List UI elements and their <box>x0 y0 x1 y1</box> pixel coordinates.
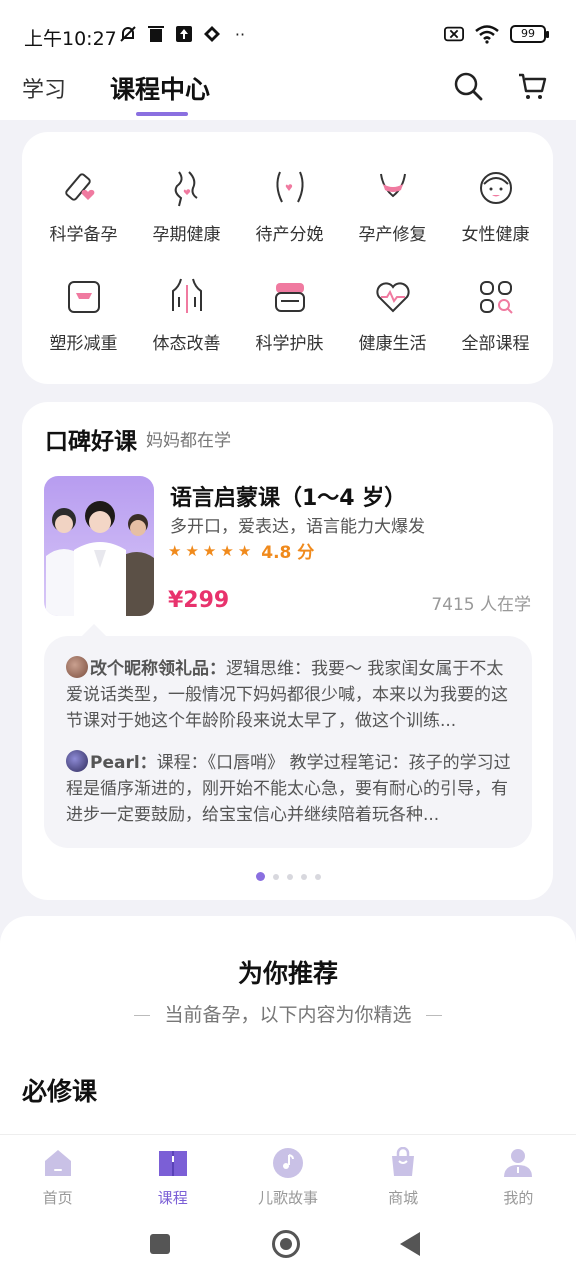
star-icon: ★ <box>185 541 199 560</box>
reviewer-name: Pearl： <box>90 753 157 773</box>
sim-off-icon <box>444 24 464 44</box>
carousel-dot[interactable] <box>287 873 293 880</box>
recommend-section: 为你推荐 当前备孕，以下内容为你精选 必修课 <box>0 916 576 1146</box>
divider <box>425 1015 442 1016</box>
trash-icon <box>146 24 166 44</box>
divider <box>134 1015 151 1016</box>
section-title: 口碑好课 <box>45 429 137 455</box>
all-courses-icon <box>479 281 513 314</box>
carousel-dot[interactable] <box>256 872 265 881</box>
home-button[interactable] <box>272 1230 300 1258</box>
tab-shop[interactable]: 商城 <box>346 1135 461 1220</box>
tab-home[interactable]: 首页 <box>0 1135 115 1220</box>
app-icon <box>202 24 222 44</box>
status-time: 上午10:27 <box>24 28 117 50</box>
body-recovery-icon <box>379 173 406 198</box>
active-tab-indicator <box>136 112 188 116</box>
recent-apps-button[interactable] <box>150 1234 170 1254</box>
avatar <box>66 750 88 772</box>
category-item-weight-loss[interactable]: 塑形减重 <box>32 275 135 354</box>
skincare-jar-icon <box>274 283 305 312</box>
shop-bag-icon <box>392 1147 415 1176</box>
pregnancy-test-icon <box>64 173 94 201</box>
tab-course-center[interactable]: 课程中心 <box>110 70 210 106</box>
review-item: 改个昵称领礼品：逻辑思维：我要～ 我家闺女属于不太爱说话类型，一般情况下妈妈都很… <box>66 656 512 734</box>
scale-icon <box>67 281 100 313</box>
reviews-box[interactable]: 改个昵称领礼品：逻辑思维：我要～ 我家闺女属于不太爱说话类型，一般情况下妈妈都很… <box>44 636 532 848</box>
carousel-indicator <box>256 872 321 881</box>
category-item-prep[interactable]: 科学备孕 <box>32 166 135 245</box>
search-icon[interactable] <box>452 70 484 102</box>
course-cover-image[interactable] <box>44 476 154 616</box>
tab-profile[interactable]: 我的 <box>461 1135 576 1220</box>
course-rating: ★ ★ ★ ★ ★ 4.8 分 <box>168 538 315 564</box>
wifi-icon <box>474 24 500 44</box>
rating-value: 4.8 分 <box>261 543 315 563</box>
carousel-dot[interactable] <box>301 873 307 880</box>
review-item: Pearl：课程：《口唇哨》 教学过程笔记：孩子的学习过程是循序渐进的，刚开始不… <box>66 750 512 828</box>
mute-icon <box>118 24 138 44</box>
reviewer-name: 改个昵称领礼品： <box>90 659 226 679</box>
home-icon <box>44 1150 71 1176</box>
star-icon: ★ <box>202 541 217 560</box>
section-subtitle: 妈妈都在学 <box>146 431 231 451</box>
birth-icon <box>275 171 304 203</box>
category-card: 科学备孕 孕期健康 待产分娩 孕产修复 女性健康 塑形减重 体态改善 科学护肤 <box>22 132 553 384</box>
status-bar: 上午10:27 ·· 99 <box>0 0 576 64</box>
battery-icon: 99 <box>510 25 549 43</box>
book-icon <box>158 1151 187 1176</box>
course-price: ¥299 <box>168 588 230 613</box>
heart-pulse-icon <box>375 282 410 313</box>
tab-study[interactable]: 学习 <box>22 72 66 104</box>
pregnant-belly-icon <box>174 171 198 207</box>
category-item-recovery[interactable]: 孕产修复 <box>341 166 444 245</box>
profile-icon <box>504 1149 533 1177</box>
star-icon: ★ <box>168 541 182 560</box>
back-button[interactable] <box>400 1232 420 1256</box>
category-item-posture[interactable]: 体态改善 <box>135 275 238 354</box>
category-item-healthy-life[interactable]: 健康生活 <box>341 275 444 354</box>
tab-songs-stories[interactable]: 儿歌故事 <box>230 1135 345 1220</box>
category-item-all-courses[interactable]: 全部课程 <box>444 275 547 354</box>
upload-icon <box>174 24 194 44</box>
recommend-title: 为你推荐 <box>237 959 338 988</box>
review-pointer <box>82 624 106 636</box>
required-courses-title: 必修课 <box>22 1077 98 1106</box>
carousel-dot[interactable] <box>315 873 321 880</box>
system-nav-bar <box>0 1220 576 1280</box>
recommend-subtitle: 当前备孕，以下内容为你精选 <box>0 1000 576 1027</box>
cart-icon[interactable] <box>516 70 548 102</box>
woman-face-icon <box>479 172 512 204</box>
posture-icon <box>171 278 202 313</box>
bottom-tab-bar: 首页 课程 儿歌故事 商城 我的 <box>0 1134 576 1220</box>
learner-count: 7415 人在学 <box>431 595 531 615</box>
music-icon <box>272 1148 303 1178</box>
star-icon: ★ <box>220 541 234 560</box>
category-item-women-health[interactable]: 女性健康 <box>444 166 547 245</box>
top-nav: 学习 课程中心 <box>0 64 576 120</box>
more-icon: ·· <box>234 24 246 44</box>
star-icon: ★ <box>237 541 252 560</box>
carousel-dot[interactable] <box>273 873 279 880</box>
category-item-birth[interactable]: 待产分娩 <box>238 166 341 245</box>
course-description: 多开口，爱表达，语言能力大爆发 <box>170 517 425 537</box>
category-item-pregnancy-health[interactable]: 孕期健康 <box>135 166 238 245</box>
category-item-skincare[interactable]: 科学护肤 <box>238 275 341 354</box>
course-title[interactable]: 语言启蒙课（1～4 岁） <box>170 480 406 512</box>
tab-courses[interactable]: 课程 <box>115 1135 230 1220</box>
popular-courses-card: 口碑好课 妈妈都在学 语言启蒙课（1～4 岁） 多开口，爱表达，语言能力大爆发 … <box>22 402 553 900</box>
avatar <box>66 656 88 678</box>
